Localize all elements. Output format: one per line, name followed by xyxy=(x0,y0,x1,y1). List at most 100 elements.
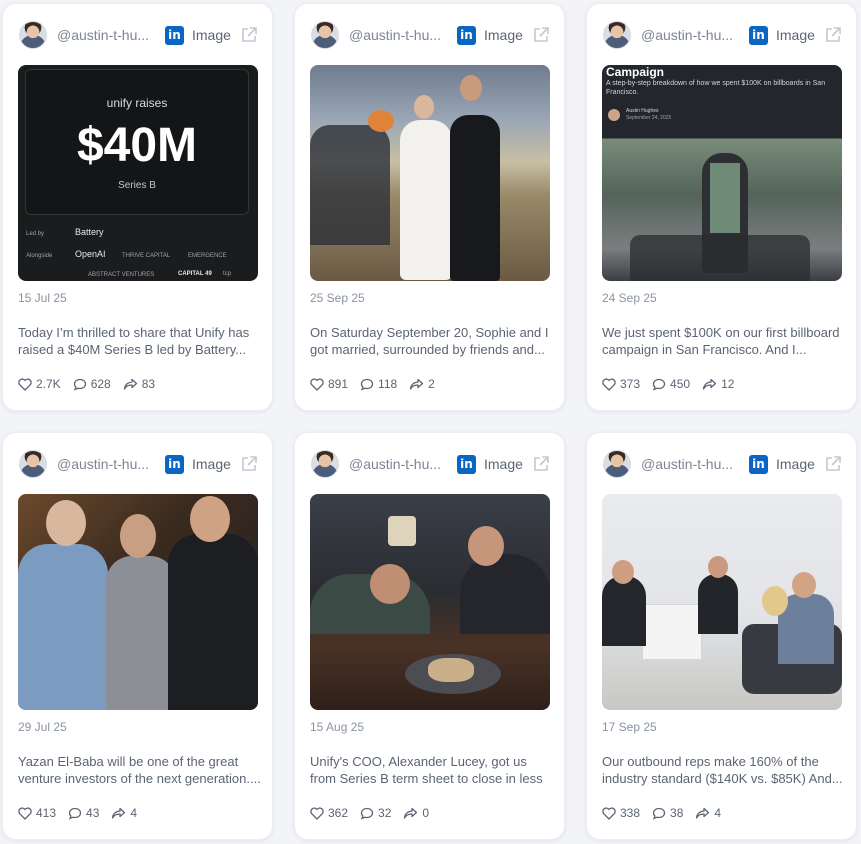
post-card[interactable]: @austin-t-hu... in Image 15 Aug 25 Unify… xyxy=(294,432,565,840)
linkedin-icon: in xyxy=(457,25,476,45)
post-caption: We just spent $100K on our first billboa… xyxy=(602,325,840,357)
comments-count: 450 xyxy=(670,377,691,391)
comment-icon xyxy=(360,807,374,820)
post-type-label: Image xyxy=(776,27,815,43)
post-type-label: Image xyxy=(776,456,815,472)
shares-stat: 0 xyxy=(403,806,429,820)
banner-brand: unify raises xyxy=(106,96,168,110)
card-header: @austin-t-hu... in Image xyxy=(19,20,258,50)
engagement-stats: 373 450 12 xyxy=(602,377,746,391)
post-image[interactable] xyxy=(310,494,550,710)
likes-stat: 891 xyxy=(310,377,348,391)
post-card[interactable]: @austin-t-hu... in Image 29 Jul 25 Yazan… xyxy=(2,432,273,840)
heart-icon xyxy=(18,806,32,820)
post-caption: Today I’m thrilled to share that Unify h… xyxy=(18,325,250,357)
investor-logo: EMERGENCE xyxy=(188,253,227,259)
shares-count: 2 xyxy=(428,377,435,391)
comments-count: 32 xyxy=(378,806,392,820)
comments-stat: 628 xyxy=(73,377,111,391)
likes-stat: 373 xyxy=(602,377,640,391)
linkedin-icon: in xyxy=(749,25,768,45)
share-icon xyxy=(702,378,717,390)
external-link-icon[interactable] xyxy=(532,26,550,44)
investor-logo: CAPITAL 49 xyxy=(178,271,212,277)
post-image[interactable]: unify raises $40M Series B Led by Batter… xyxy=(18,65,258,281)
post-date: 24 Sep 25 xyxy=(602,291,657,305)
likes-stat: 338 xyxy=(602,806,640,820)
banner-amount: $40M xyxy=(76,119,198,172)
external-link-icon[interactable] xyxy=(240,26,258,44)
post-type-label: Image xyxy=(484,27,523,43)
card-header: @austin-t-hu... in Image xyxy=(311,20,550,50)
post-date: 15 Aug 25 xyxy=(310,720,365,734)
likes-stat: 413 xyxy=(18,806,56,820)
post-image[interactable]: Campaign A step-by-step breakdown of how… xyxy=(602,65,842,281)
engagement-stats: 413 43 4 xyxy=(18,806,149,820)
shares-count: 83 xyxy=(141,377,156,391)
author-handle[interactable]: @austin-t-hu... xyxy=(57,456,155,472)
post-date: 29 Jul 25 xyxy=(18,720,67,734)
likes-count: 362 xyxy=(328,806,349,820)
card-header: @austin-t-hu... in Image xyxy=(603,449,842,479)
engagement-stats: 362 32 0 xyxy=(310,806,441,820)
post-caption: Unify's COO, Alexander Lucey, got us fro… xyxy=(310,754,543,786)
comments-stat: 450 xyxy=(652,377,690,391)
share-icon xyxy=(123,378,137,390)
external-link-icon[interactable] xyxy=(824,26,842,44)
post-caption: Yazan El-Baba will be one of the great v… xyxy=(18,754,261,786)
external-link-icon[interactable] xyxy=(240,455,258,473)
comment-icon xyxy=(652,378,666,391)
author-handle[interactable]: @austin-t-hu... xyxy=(57,27,155,43)
post-type-label: Image xyxy=(484,456,523,472)
heart-icon xyxy=(310,806,324,820)
likes-stat: 362 xyxy=(310,806,348,820)
engagement-stats: 2.7K 628 83 xyxy=(18,377,167,391)
linkedin-icon: in xyxy=(165,454,184,474)
post-date: 15 Jul 25 xyxy=(18,291,67,305)
comment-icon xyxy=(68,807,82,820)
comment-icon xyxy=(73,378,86,391)
comments-count: 118 xyxy=(378,377,398,391)
heart-icon xyxy=(602,806,616,820)
shares-stat: 4 xyxy=(111,806,137,820)
likes-count: 338 xyxy=(620,806,641,820)
article-heading: Campaign xyxy=(606,65,665,79)
linkedin-icon: in xyxy=(749,454,768,474)
avatar xyxy=(19,21,47,49)
post-card[interactable]: @austin-t-hu... in Image unify raises $4… xyxy=(2,3,273,411)
shares-count: 4 xyxy=(714,806,722,820)
engagement-stats: 891 118 2 xyxy=(310,377,447,391)
external-link-icon[interactable] xyxy=(824,455,842,473)
post-image[interactable] xyxy=(602,494,842,710)
post-image[interactable] xyxy=(310,65,550,281)
post-card[interactable]: @austin-t-hu... in Image Campaign A step… xyxy=(586,3,857,411)
comment-icon xyxy=(360,378,374,391)
post-image[interactable] xyxy=(18,494,258,710)
comments-count: 38 xyxy=(670,806,684,820)
likes-count: 373 xyxy=(620,377,641,391)
external-link-icon[interactable] xyxy=(532,455,550,473)
article-date: September 24, 2025 xyxy=(626,115,672,121)
likes-count: 891 xyxy=(328,377,349,391)
article-subheading: A step-by-step breakdown of how we spent… xyxy=(606,80,826,96)
post-card[interactable]: @austin-t-hu... in Image 17 Sep 25 Our o… xyxy=(586,432,857,840)
post-date: 17 Sep 25 xyxy=(602,720,657,734)
funding-banner: unify raises $40M Series B xyxy=(25,69,249,215)
author-handle[interactable]: @austin-t-hu... xyxy=(349,27,447,43)
comment-icon xyxy=(652,807,666,820)
engagement-stats: 338 38 4 xyxy=(602,806,733,820)
card-header: @austin-t-hu... in Image xyxy=(603,20,842,50)
shares-count: 0 xyxy=(422,806,430,820)
author-handle[interactable]: @austin-t-hu... xyxy=(641,456,739,472)
share-icon xyxy=(112,807,126,819)
shares-count: 4 xyxy=(130,806,138,820)
author-handle[interactable]: @austin-t-hu... xyxy=(349,456,447,472)
card-header: @austin-t-hu... in Image xyxy=(19,449,258,479)
avatar xyxy=(603,21,631,49)
comments-count: 628 xyxy=(90,377,111,391)
linkedin-icon: in xyxy=(457,454,476,474)
comments-stat: 38 xyxy=(652,806,683,820)
share-icon xyxy=(410,378,424,390)
author-handle[interactable]: @austin-t-hu... xyxy=(641,27,739,43)
post-card[interactable]: @austin-t-hu... in Image 25 Sep 25 On Sa… xyxy=(294,3,565,411)
